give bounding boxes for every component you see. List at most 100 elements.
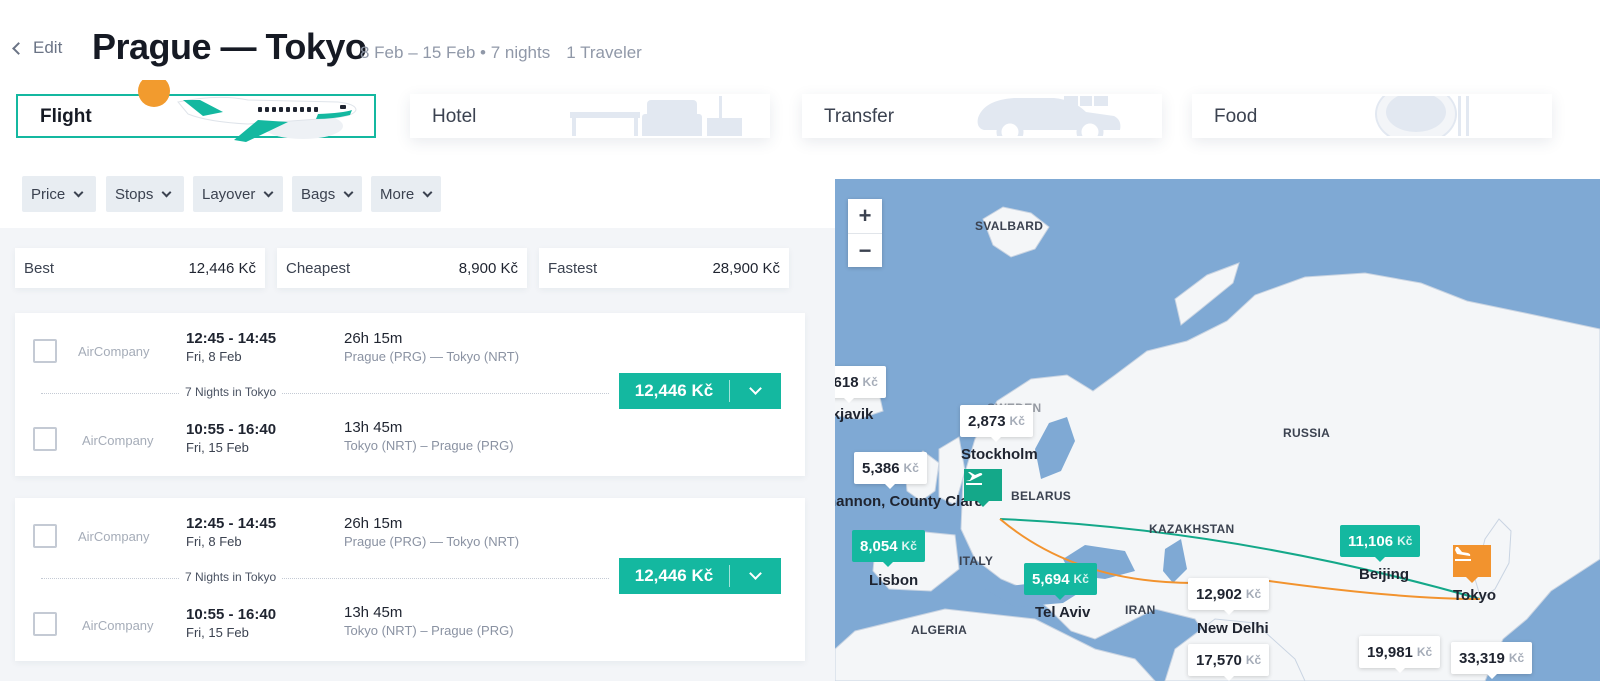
pin-price: 2,873	[968, 412, 1006, 430]
filter-more[interactable]: More	[371, 176, 441, 212]
chevron-down-icon[interactable]	[730, 382, 781, 395]
city-label: eykjavik	[835, 406, 874, 423]
plate-icon	[1375, 96, 1469, 136]
outbound-duration: 26h 15m	[344, 515, 403, 532]
pin-price: 12,902	[1196, 585, 1242, 603]
chevron-down-icon	[422, 187, 433, 197]
price-label: 12,446 Kč	[634, 381, 714, 400]
pin-price: 11,106	[1348, 532, 1394, 550]
chevron-down-icon	[161, 187, 172, 197]
pin-currency: Kč	[1245, 653, 1262, 667]
price-pin[interactable]: 19,981 Kč	[1359, 636, 1441, 673]
inbound-checkbox[interactable]	[33, 427, 57, 451]
inbound-checkbox[interactable]	[33, 612, 57, 636]
sort-fastest-price: 28,900 Kč	[712, 259, 780, 277]
outbound-time: 12:45 - 14:45	[186, 330, 277, 347]
filter-layover-label: Layover	[202, 185, 256, 203]
filter-more-label: More	[380, 185, 415, 203]
departure-marker[interactable]	[964, 469, 1002, 507]
price-pin[interactable]: 2,873 Kč	[960, 405, 1033, 442]
price-pin[interactable]: 11,106 Kč	[1340, 525, 1421, 562]
price-pin[interactable]: 5,386 Kč	[854, 452, 927, 489]
outbound-checkbox[interactable]	[33, 339, 57, 363]
zoom-controls: + −	[848, 199, 882, 267]
inbound-duration: 13h 45m	[344, 419, 403, 436]
outbound-route: Prague (PRG) — Tokyo (NRT)	[344, 349, 520, 364]
landing-icon	[1455, 547, 1471, 561]
outbound-duration: 26h 15m	[344, 330, 403, 347]
filter-price[interactable]: Price	[22, 176, 96, 212]
car-icon	[977, 96, 1121, 136]
chevron-down-icon	[263, 187, 274, 197]
outbound-checkbox[interactable]	[33, 524, 57, 548]
stay-divider	[41, 578, 609, 579]
pin-currency: Kč	[901, 539, 917, 553]
sort-fastest-label: Fastest	[548, 259, 598, 277]
stay-divider	[41, 393, 609, 394]
filter-bags[interactable]: Bags	[292, 176, 362, 212]
traveler-count: 1 Traveler	[566, 43, 642, 62]
tab-food-label: Food	[1214, 106, 1258, 127]
sort-cheapest-label: Cheapest	[286, 259, 351, 277]
region-label: BELARUS	[1011, 489, 1072, 503]
price-pin[interactable]: 5,618Kč	[835, 366, 886, 403]
region-label: IRAN	[1125, 603, 1156, 617]
price-pin[interactable]: 17,570 Kč	[1188, 644, 1270, 681]
takeoff-icon	[966, 472, 983, 485]
airline-name: AirCompany	[82, 618, 154, 633]
stay-nights: 7 Nights in Tokyo	[179, 570, 283, 584]
pin-currency: Kč	[1508, 651, 1525, 665]
filter-layover[interactable]: Layover	[193, 176, 283, 212]
tab-food[interactable]: Food	[1192, 94, 1552, 138]
filter-stops[interactable]: Stops	[106, 176, 184, 212]
city-label: New Delhi	[1197, 620, 1269, 637]
pin-price: 33,319	[1459, 649, 1505, 667]
trip-dates: 8 Feb – 15 Feb • 7 nights	[360, 43, 551, 62]
tab-transfer[interactable]: Transfer	[802, 94, 1162, 138]
results-pane: Best 12,446 Kč Cheapest 8,900 Kč Fastest…	[0, 228, 835, 681]
region-label: ITALY	[959, 554, 994, 568]
sort-cheapest-price: 8,900 Kč	[458, 259, 518, 277]
edit-link[interactable]: Edit	[12, 38, 62, 58]
chevron-left-icon	[12, 41, 25, 55]
tab-flight[interactable]: Flight	[16, 80, 376, 142]
inbound-time: 10:55 - 16:40	[186, 606, 277, 623]
chevron-down-icon[interactable]	[730, 567, 781, 580]
city-label: Tokyo	[1453, 587, 1497, 604]
price-pin[interactable]: 33,319 Kč	[1451, 642, 1533, 679]
sort-cheapest[interactable]: Cheapest 8,900 Kč	[277, 248, 527, 288]
sort-fastest[interactable]: Fastest 28,900 Kč	[539, 248, 789, 288]
sort-best-price: 12,446 Kč	[188, 259, 256, 277]
inbound-time: 10:55 - 16:40	[186, 421, 277, 438]
pin-currency: Kč	[1073, 572, 1089, 586]
tab-hotel[interactable]: Hotel	[410, 94, 770, 138]
destinations-map[interactable]: + − SVALBARD RUSSIA SWEDEN BELARUS KAZAK…	[835, 179, 1600, 681]
outbound-date: Fri, 8 Feb	[186, 534, 242, 549]
zoom-out-button[interactable]: −	[848, 233, 882, 267]
inbound-date: Fri, 15 Feb	[186, 440, 249, 455]
region-label: ALGERIA	[911, 623, 968, 637]
inbound-date: Fri, 15 Feb	[186, 625, 249, 640]
pin-price: 5,694	[1032, 570, 1070, 588]
price-pin[interactable]: 5,694 Kč	[1024, 563, 1097, 600]
outbound-route: Prague (PRG) — Tokyo (NRT)	[344, 534, 520, 549]
price-label: 12,446 Kč	[634, 566, 714, 585]
price-pin[interactable]: 12,902 Kč	[1188, 578, 1270, 615]
zoom-in-button[interactable]: +	[848, 199, 882, 233]
pin-currency: Kč	[1416, 645, 1433, 659]
arrival-marker[interactable]	[1453, 545, 1491, 583]
city-label: Beijing	[1359, 566, 1410, 583]
sort-best[interactable]: Best 12,446 Kč	[15, 248, 265, 288]
select-price-button[interactable]: 12,446 Kč	[619, 373, 781, 409]
tab-hotel-label: Hotel	[432, 106, 477, 127]
select-price-button[interactable]: 12,446 Kč	[619, 558, 781, 594]
outbound-time: 12:45 - 14:45	[186, 515, 277, 532]
hotel-furniture-icon	[570, 96, 742, 136]
region-label: KAZAKHSTAN	[1149, 522, 1235, 536]
price-pin[interactable]: 8,054 Kč	[852, 530, 925, 567]
filter-price-label: Price	[31, 185, 66, 203]
chevron-down-icon	[343, 187, 354, 197]
tab-flight-label: Flight	[40, 106, 92, 127]
city-label: Tel Aviv	[1035, 604, 1091, 621]
flight-result-card: AirCompany 12:45 - 14:45 Fri, 8 Feb 26h …	[15, 498, 805, 661]
